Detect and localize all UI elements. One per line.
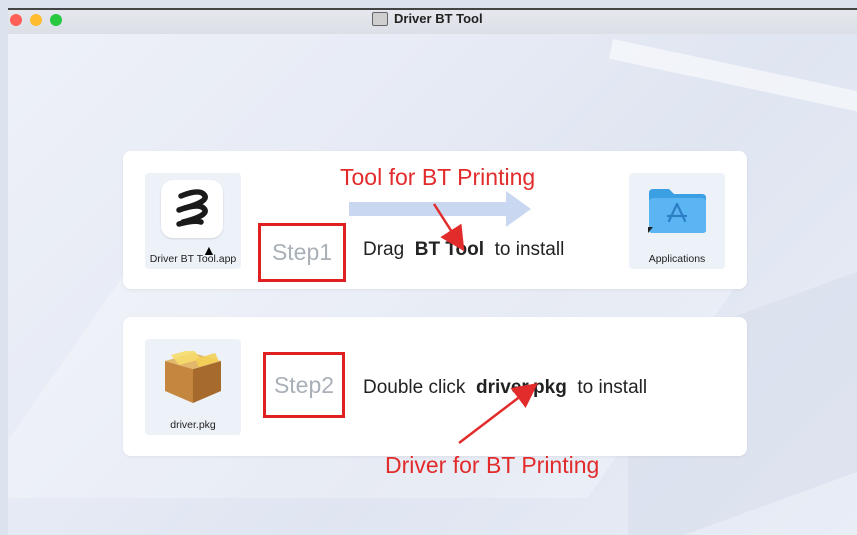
disk-image-icon <box>372 11 388 26</box>
pkg-label: driver.pkg <box>170 419 216 431</box>
applications-folder-icon <box>648 189 706 233</box>
step2-label: Step2 <box>263 352 345 418</box>
tool-annotation: Tool for BT Printing <box>340 164 536 190</box>
app-item-label: Driver BT Tool.app <box>149 253 237 265</box>
driver-annotation: Driver for BT Printing <box>385 452 600 478</box>
app-item[interactable]: Driver BT Tool.app <box>145 173 241 269</box>
instruction-prefix: Drag <box>363 239 405 260</box>
close-button[interactable] <box>10 14 22 26</box>
pkg-item[interactable]: driver.pkg <box>145 339 241 435</box>
step1-instruction: Drag BT Tool to install <box>363 239 564 261</box>
instruction-bold: driver.pkg <box>476 377 567 398</box>
window-title-group: Driver BT Tool <box>372 11 483 26</box>
applications-item[interactable]: Applications <box>629 173 725 269</box>
instruction-suffix: to install <box>577 377 648 398</box>
window-controls <box>10 14 62 26</box>
zoom-button[interactable] <box>50 14 62 26</box>
app-logo-icon <box>161 180 223 238</box>
step1-label: Step1 <box>258 223 346 282</box>
step2-instruction: Double click driver.pkg to install <box>363 377 647 399</box>
minimize-button[interactable] <box>30 14 42 26</box>
instruction-suffix: to install <box>494 239 565 260</box>
package-icon <box>165 351 221 403</box>
step2-panel: driver.pkg Step2 Double click driver.pkg… <box>123 317 747 456</box>
instruction-prefix: Double click <box>363 377 466 398</box>
cursor-icon: ▲ <box>202 242 216 258</box>
instruction-bold: BT Tool <box>414 239 485 260</box>
title-bar: Driver BT Tool <box>8 8 857 34</box>
drag-arrow-icon <box>349 191 531 227</box>
background-decoration <box>608 39 857 117</box>
window-title: Driver BT Tool <box>394 11 483 26</box>
applications-label: Applications <box>648 253 706 265</box>
